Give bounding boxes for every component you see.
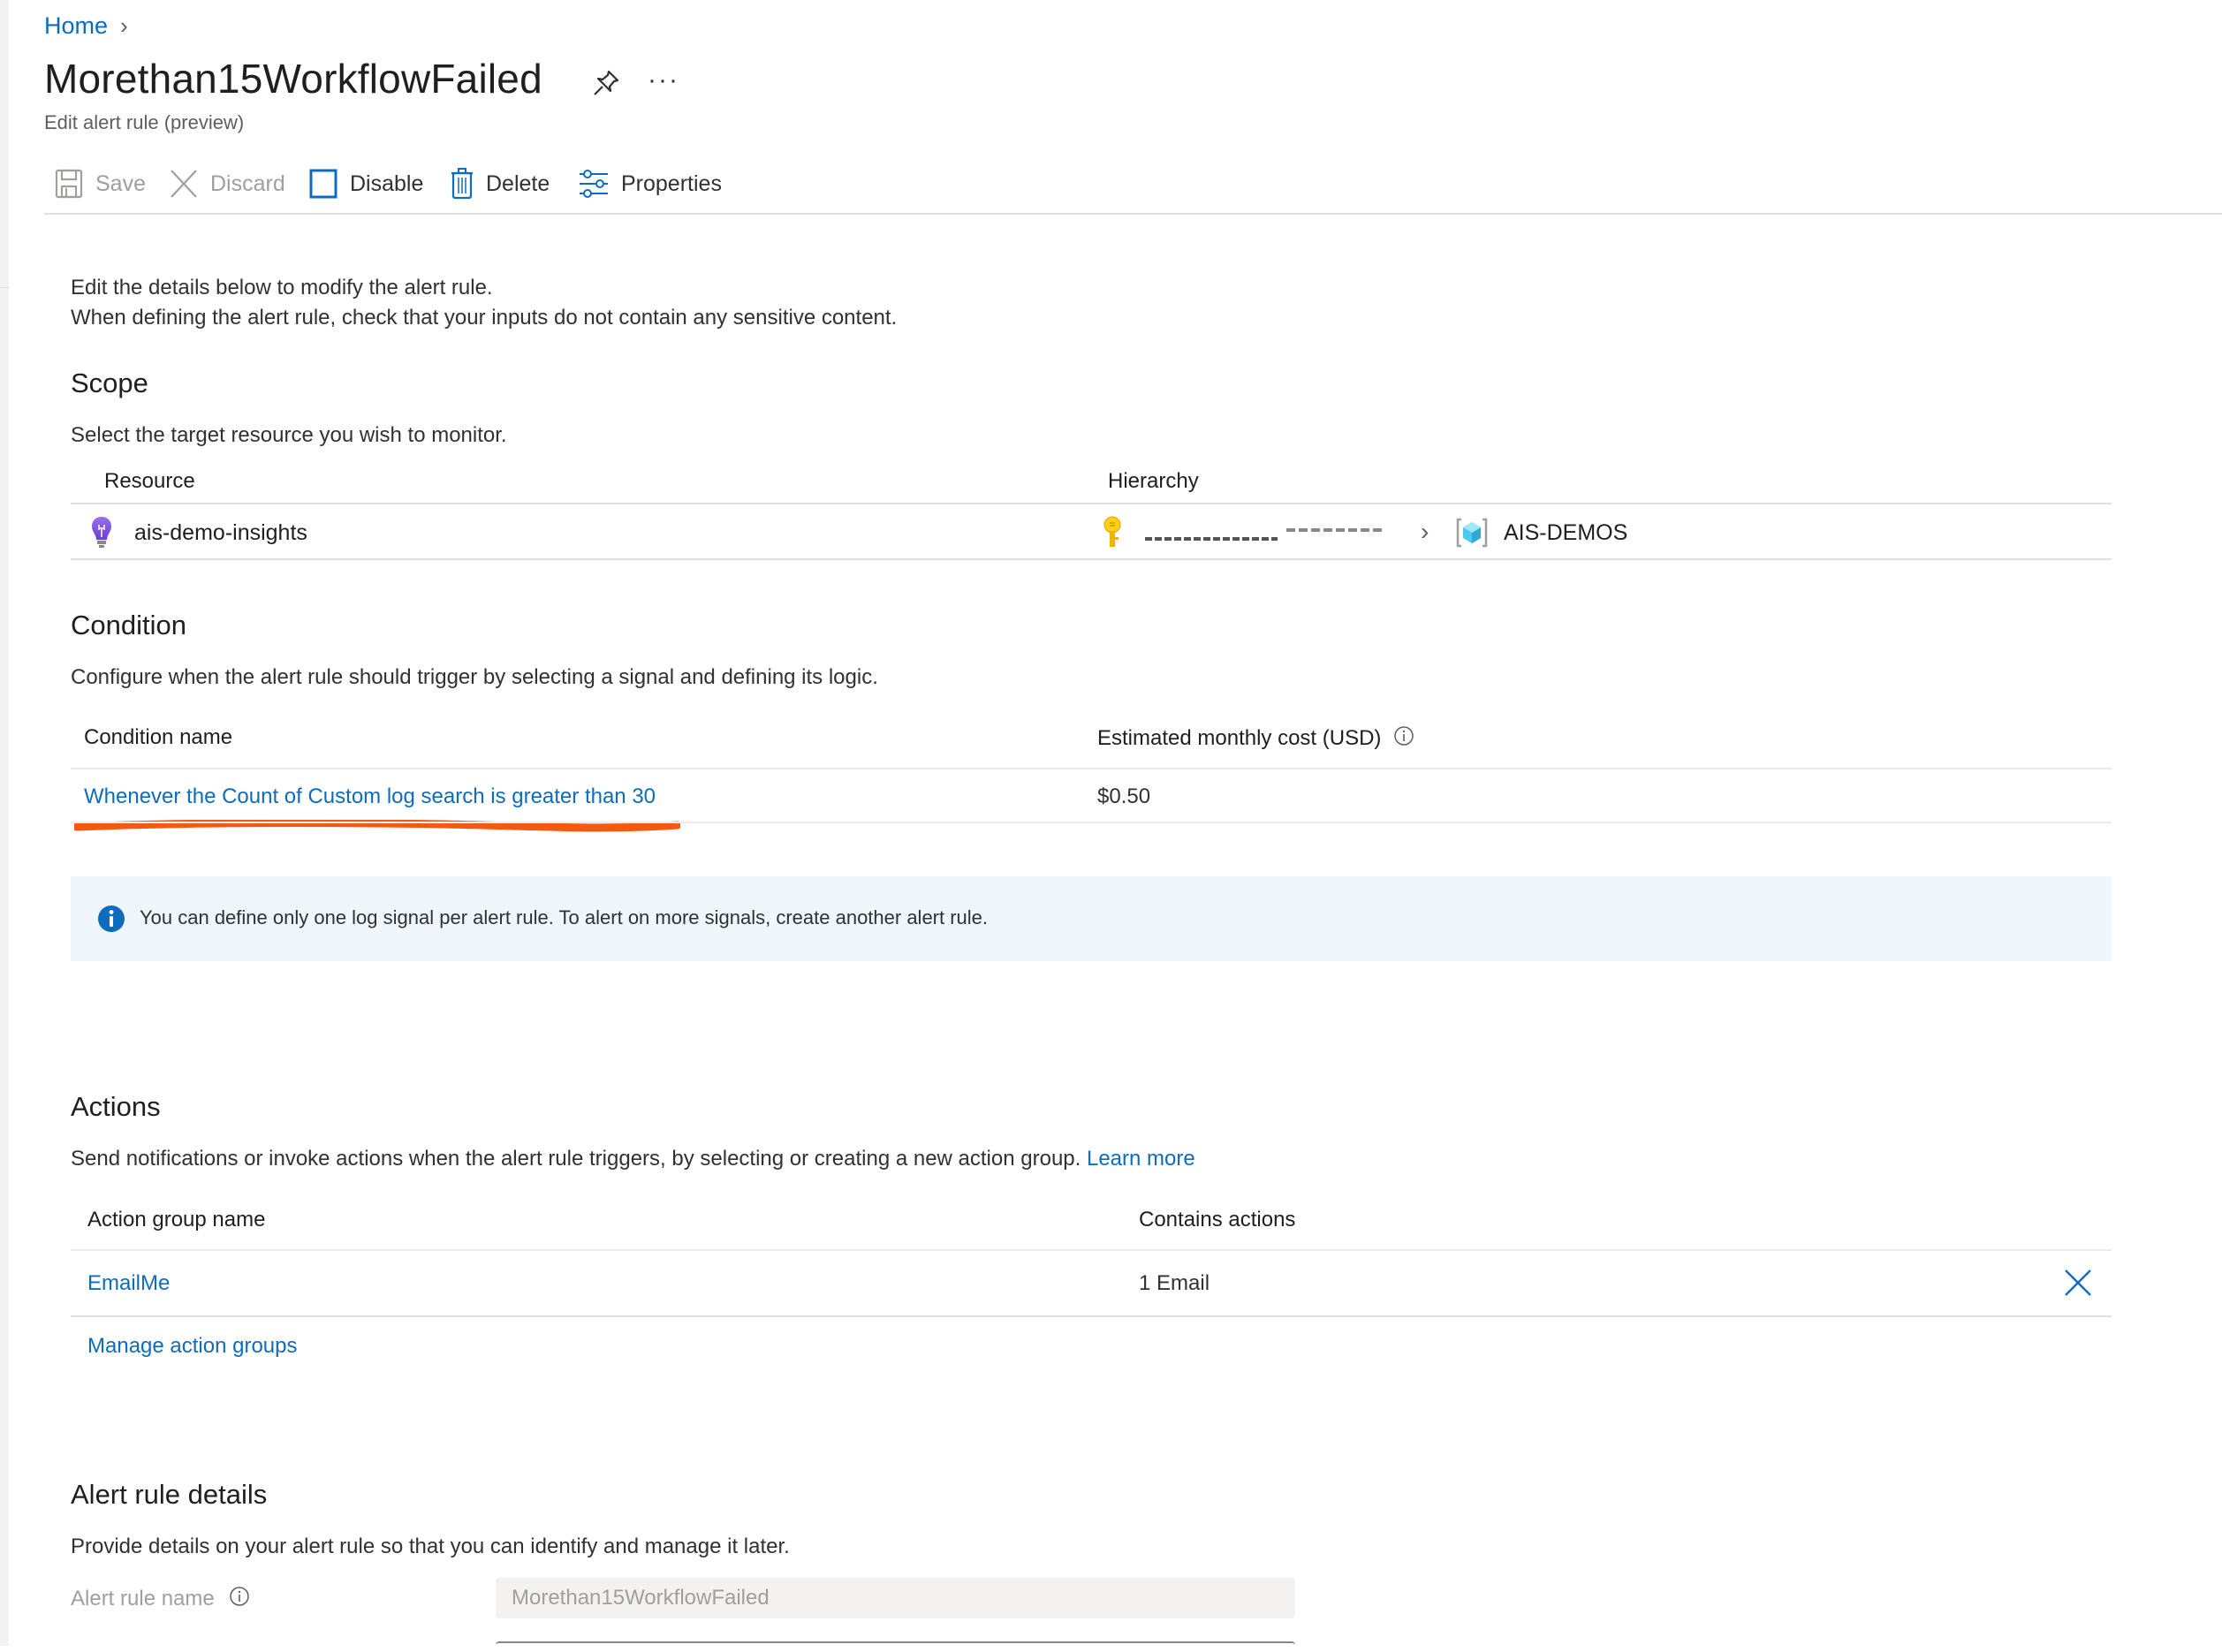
more-options-button[interactable]: ··· xyxy=(648,65,679,95)
alert-rule-name-input[interactable]: Morethan15WorkflowFailed xyxy=(496,1578,1295,1618)
condition-description: Configure when the alert rule should tri… xyxy=(71,665,878,689)
page-subtitle: Edit alert rule (preview) xyxy=(44,111,245,133)
actions-description-text: Send notifications or invoke actions whe… xyxy=(71,1147,1081,1171)
details-heading: Alert rule details xyxy=(71,1479,268,1510)
alert-rule-name-value: Morethan15WorkflowFailed xyxy=(512,1586,770,1610)
left-panel-divider xyxy=(0,287,9,288)
close-icon xyxy=(171,170,197,198)
info-filled-icon xyxy=(97,905,125,937)
chevron-right-icon: › xyxy=(1421,518,1430,545)
scope-column-resource: Resource xyxy=(104,469,195,493)
scope-header-divider xyxy=(71,503,2112,504)
delete-label: Delete xyxy=(486,171,550,196)
actions-row-divider xyxy=(71,1315,2112,1317)
page-title: Morethan15WorkflowFailed xyxy=(44,56,542,102)
app-insights-icon xyxy=(90,516,113,554)
actions-column-name: Action group name xyxy=(87,1208,266,1231)
disable-button[interactable]: Disable xyxy=(309,166,423,201)
condition-column-name: Condition name xyxy=(84,725,233,749)
toolbar-divider xyxy=(44,213,2222,215)
action-group-link[interactable]: EmailMe xyxy=(87,1271,170,1296)
subscription-key-icon xyxy=(1101,516,1124,554)
details-description: Provide details on your alert rule so th… xyxy=(71,1535,790,1558)
intro-line-1: Edit the details below to modify the ale… xyxy=(71,276,493,299)
alert-rule-name-label-text: Alert rule name xyxy=(71,1586,215,1610)
close-icon xyxy=(2065,1269,2091,1296)
properties-button[interactable]: Properties xyxy=(579,166,722,201)
actions-description: Send notifications or invoke actions whe… xyxy=(71,1147,1195,1171)
discard-button[interactable]: Discard xyxy=(170,166,285,201)
trash-icon xyxy=(451,168,473,200)
scope-heading: Scope xyxy=(71,368,148,398)
alert-rule-description-input[interactable] xyxy=(496,1641,1295,1652)
breadcrumb-home-link[interactable]: Home xyxy=(44,12,108,39)
properties-label: Properties xyxy=(621,171,722,196)
save-icon xyxy=(55,169,83,199)
manage-action-groups-link[interactable]: Manage action groups xyxy=(87,1334,298,1359)
info-icon[interactable] xyxy=(229,1586,250,1611)
resource-group-icon xyxy=(1456,518,1488,552)
delete-button[interactable]: Delete xyxy=(451,166,550,201)
cost-column-label: Estimated monthly cost (USD) xyxy=(1097,725,1382,750)
condition-cost: $0.50 xyxy=(1097,784,1151,808)
condition-column-cost: Estimated monthly cost (USD) xyxy=(1097,725,1414,751)
learn-more-link[interactable]: Learn more xyxy=(1087,1147,1195,1171)
subscription-name-redacted xyxy=(1145,527,1401,544)
info-icon[interactable] xyxy=(1393,725,1414,751)
condition-heading: Condition xyxy=(71,610,186,640)
condition-name-link[interactable]: Whenever the Count of Custom log search … xyxy=(84,784,656,809)
save-label: Save xyxy=(95,171,146,196)
scope-row-divider xyxy=(71,558,2112,560)
alert-rule-name-label: Alert rule name xyxy=(71,1586,250,1611)
condition-header-divider xyxy=(71,768,2112,769)
left-panel-edge xyxy=(0,0,9,1646)
remove-action-group-button[interactable] xyxy=(2064,1269,2092,1301)
checkbox-icon xyxy=(309,169,337,199)
intro-line-2: When defining the alert rule, check that… xyxy=(71,306,898,330)
info-banner: You can define only one log signal per a… xyxy=(71,876,2112,961)
actions-column-contains: Contains actions xyxy=(1139,1208,1296,1231)
info-banner-text: You can define only one log signal per a… xyxy=(140,906,989,928)
discard-label: Discard xyxy=(210,171,285,196)
scope-description: Select the target resource you wish to m… xyxy=(71,423,507,447)
chevron-right-icon: › xyxy=(120,12,128,39)
resource-name: ais-demo-insights xyxy=(134,520,307,545)
actions-heading: Actions xyxy=(71,1091,161,1122)
save-button[interactable]: Save xyxy=(55,166,146,201)
pin-icon[interactable] xyxy=(590,67,622,99)
action-group-contains: 1 Email xyxy=(1139,1271,1210,1295)
settings-sliders-icon xyxy=(580,170,608,198)
actions-header-divider xyxy=(71,1249,2112,1251)
scope-column-hierarchy: Hierarchy xyxy=(1108,469,1199,493)
condition-row-divider xyxy=(71,822,2112,823)
disable-label: Disable xyxy=(350,171,424,196)
breadcrumb: Home › xyxy=(44,12,128,40)
resource-group-name: AIS-DEMOS xyxy=(1504,520,1628,545)
